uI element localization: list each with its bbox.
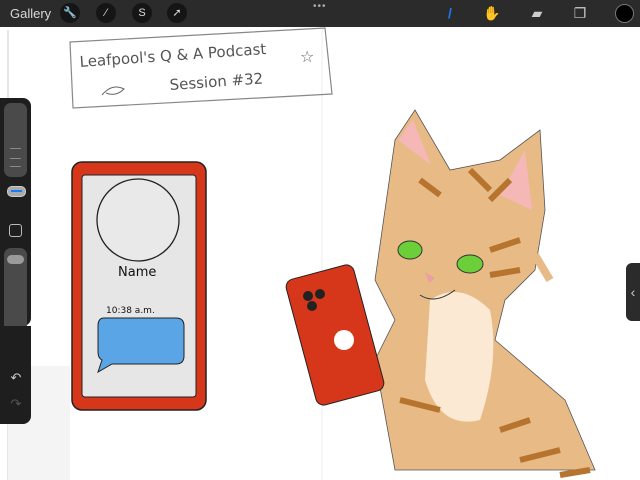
phone-drawing: Name 10:38 a.m. (71, 161, 207, 411)
layers-icon[interactable]: ❐ (570, 4, 590, 22)
selection-icon[interactable]: S (132, 3, 152, 23)
transform-arrow-icon[interactable]: ➚ (167, 3, 187, 23)
smudge-icon[interactable]: ✋ (482, 4, 502, 22)
tick (10, 148, 21, 149)
phone-name: Name (118, 265, 156, 280)
brush-size-thumb[interactable] (7, 186, 26, 197)
magic-wand-icon[interactable]: ⁄ (96, 3, 116, 23)
modify-button[interactable] (9, 224, 22, 237)
phone-time: 10:38 a.m. (106, 306, 155, 316)
opacity-thumb[interactable] (7, 255, 24, 264)
undo-icon[interactable]: ↶ (6, 370, 26, 386)
top-toolbar: Gallery 🔧 ⁄ S ➚ ••• / ✋ ▰ ❐ (0, 0, 640, 27)
tick (10, 166, 21, 167)
brush-icon[interactable]: / (440, 4, 460, 22)
wrench-icon[interactable]: 🔧 (60, 3, 80, 23)
reference-panel-handle[interactable]: ‹ (626, 263, 640, 321)
tick (10, 158, 21, 159)
left-sidebar (0, 98, 31, 348)
gallery-button[interactable]: Gallery (10, 6, 51, 21)
more-options-icon[interactable]: ••• (313, 1, 327, 12)
color-picker[interactable] (615, 4, 634, 23)
eraser-icon[interactable]: ▰ (527, 4, 547, 22)
svg-text:☆: ☆ (300, 47, 314, 66)
brush-size-slider[interactable] (4, 103, 27, 197)
redo-icon[interactable]: ↷ (6, 396, 26, 412)
drawing-canvas[interactable]: Leafpool's Q & A Podcast Session #32 ☆ N… (0, 27, 640, 480)
